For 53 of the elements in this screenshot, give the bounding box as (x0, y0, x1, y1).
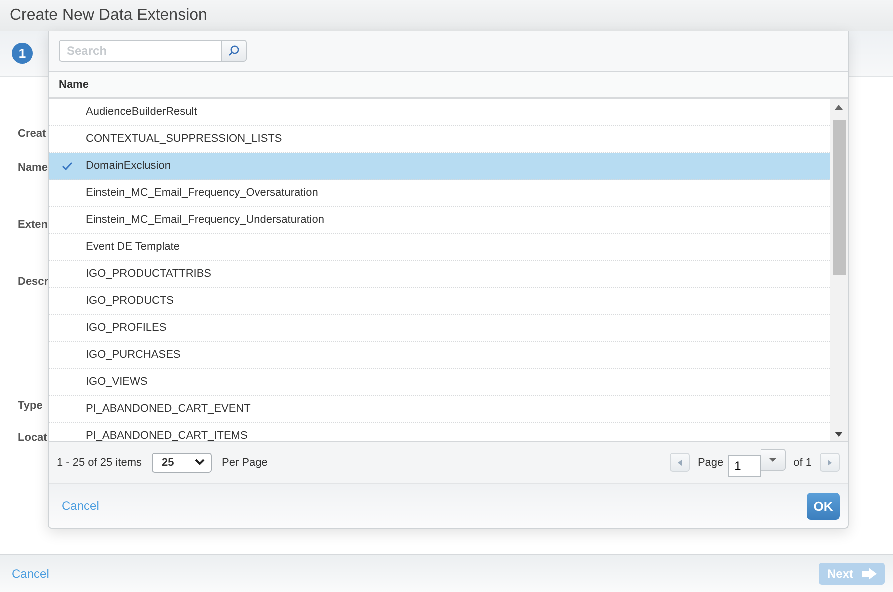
field-label: Name (18, 161, 48, 175)
page-label: Page (698, 456, 724, 468)
table-cell: Einstein_MC_Email_Frequency_Undersaturation (86, 214, 324, 226)
table-row[interactable]: PI_ABANDONED_CART_EVENT (49, 396, 830, 423)
table-row[interactable]: IGO_VIEWS (49, 369, 830, 396)
table-row[interactable]: AudienceBuilderResult (49, 99, 830, 126)
table-cell: Event DE Template (86, 241, 180, 253)
table-cell: IGO_PRODUCTATTRIBS (86, 268, 212, 280)
table-cell: IGO_PRODUCTS (86, 295, 174, 307)
table-cell: IGO_PURCHASES (86, 349, 181, 361)
page-size-select[interactable]: 25 (152, 452, 212, 472)
table-row[interactable]: DomainExclusion (49, 153, 830, 180)
table-row[interactable]: IGO_PRODUCTS (49, 288, 830, 315)
table-cell: IGO_PROFILES (86, 322, 167, 334)
step-number: 1 (12, 43, 33, 64)
caret-left-icon (678, 460, 682, 466)
table-cell: DomainExclusion (86, 160, 171, 172)
field-label: Descr (18, 275, 49, 289)
column-header[interactable]: Name (59, 78, 89, 90)
arrow-right-icon (862, 568, 876, 580)
page-dropdown-button[interactable] (760, 448, 786, 470)
caret-down-icon (768, 458, 777, 462)
scrollbar-thumb[interactable] (832, 120, 846, 275)
scroll-up-icon[interactable] (835, 105, 843, 110)
table-row[interactable]: IGO_PURCHASES (49, 342, 830, 369)
window-title: Create New Data Extension (10, 6, 208, 24)
search-icon (228, 45, 240, 57)
table-cell: PI_ABANDONED_CART_ITEMS (86, 430, 248, 441)
table-cell: CONTEXTUAL_SUPPRESSION_LISTS (86, 133, 282, 145)
page-total: of 1 (794, 456, 812, 468)
search-button[interactable] (222, 40, 247, 62)
table-row[interactable]: Einstein_MC_Email_Frequency_Oversaturation (49, 180, 830, 207)
field-label: Locat (18, 431, 48, 445)
chevron-down-icon (195, 459, 205, 466)
per-page-label: Per Page (222, 456, 268, 468)
table-row[interactable]: IGO_PROFILES (49, 315, 830, 342)
scrollbar[interactable] (830, 99, 848, 441)
table-cell: IGO_VIEWS (86, 376, 148, 388)
caret-right-icon (828, 460, 832, 466)
table-row[interactable]: Einstein_MC_Email_Frequency_Undersaturation (49, 207, 830, 234)
page-field[interactable]: 1 (728, 454, 761, 476)
table-cell: AudienceBuilderResult (86, 106, 198, 118)
table-cell: PI_ABANDONED_CART_EVENT (86, 403, 251, 415)
field-label: Creat (18, 127, 46, 141)
table-row[interactable]: IGO_PRODUCTATTRIBS (49, 261, 830, 288)
scroll-down-icon[interactable] (835, 432, 843, 437)
search-field[interactable]: Search (59, 40, 222, 62)
table-row[interactable]: Event DE Template (49, 234, 830, 261)
field-label: Type (18, 399, 43, 413)
field-label: Exten (18, 218, 48, 232)
checkmark-icon (62, 162, 73, 170)
table-cell: Einstein_MC_Email_Frequency_Oversaturation (86, 187, 318, 199)
item-count: 1 - 25 of 25 items (57, 456, 142, 468)
